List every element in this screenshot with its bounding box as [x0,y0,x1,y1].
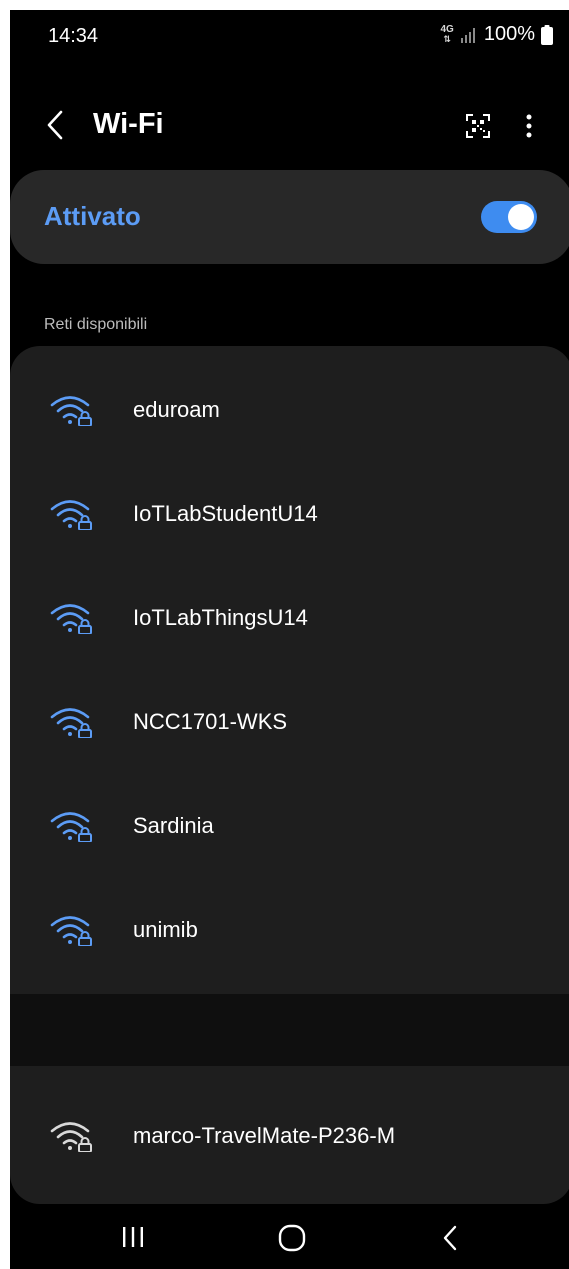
network-row[interactable]: unimib [10,877,569,981]
wifi-toggle-switch[interactable] [481,201,537,233]
status-icons: 4G ⇅ 100% [441,23,553,46]
chevron-left-icon[interactable] [40,108,70,142]
recent-apps-icon[interactable] [118,1222,148,1252]
wifi-lock-icon [50,916,92,946]
header-bar: Wi-Fi [10,100,569,150]
wifi-toggle-row[interactable]: Attivato [10,170,569,264]
wifi-lock-icon [50,604,92,634]
qr-code-scanner-icon[interactable] [465,113,491,139]
network-row[interactable]: eduroam [10,357,569,461]
network-row[interactable]: marco-TravelMate-P236-M [10,1083,569,1187]
status-bar: 14:34 4G ⇅ 100% [10,10,569,66]
network-type-indicator: 4G ⇅ [441,25,454,44]
wifi-lock-icon [50,812,92,842]
network-name: Sardinia [133,813,214,838]
back-icon[interactable] [438,1222,462,1254]
wifi-lock-icon [50,500,92,530]
network-name: IoTLabThingsU14 [133,605,308,630]
home-icon[interactable] [276,1222,308,1254]
network-name: NCC1701-WKS [133,709,288,734]
toggle-knob [508,204,534,230]
available-networks-list: eduroam IoTLabStudentU14 IoTLabThingsU14… [10,346,569,994]
wifi-lock-icon [50,396,92,426]
page-title: Wi-Fi [93,108,164,140]
section-divider [10,994,569,1066]
network-name: eduroam [133,397,220,422]
more-vertical-icon[interactable] [518,112,540,140]
network-row[interactable]: Sardinia [10,773,569,877]
wifi-lock-icon [50,1122,92,1152]
navigation-bar [10,1206,569,1269]
network-name: IoTLabStudentU14 [133,501,318,526]
available-networks-heading: Reti disponibili [44,316,148,333]
battery-icon [541,24,553,45]
network-name: marco-TravelMate-P236-M [133,1123,396,1148]
battery-percentage: 100% [483,23,535,45]
wifi-lock-icon [50,708,92,738]
network-row[interactable]: IoTLabThingsU14 [10,565,569,669]
network-name: unimib [133,917,198,942]
data-arrows-icon: ⇅ [443,34,451,44]
signal-strength-icon [460,27,475,43]
wifi-toggle-label: Attivato [44,201,141,231]
network-row[interactable]: IoTLabStudentU14 [10,461,569,565]
status-time: 14:34 [48,25,99,47]
network-row[interactable]: NCC1701-WKS [10,669,569,773]
saved-networks-list: marco-TravelMate-P236-M [10,1066,569,1204]
wifi-settings-screen: 14:34 4G ⇅ 100% Wi-Fi Attivato Reti disp… [10,10,569,1269]
